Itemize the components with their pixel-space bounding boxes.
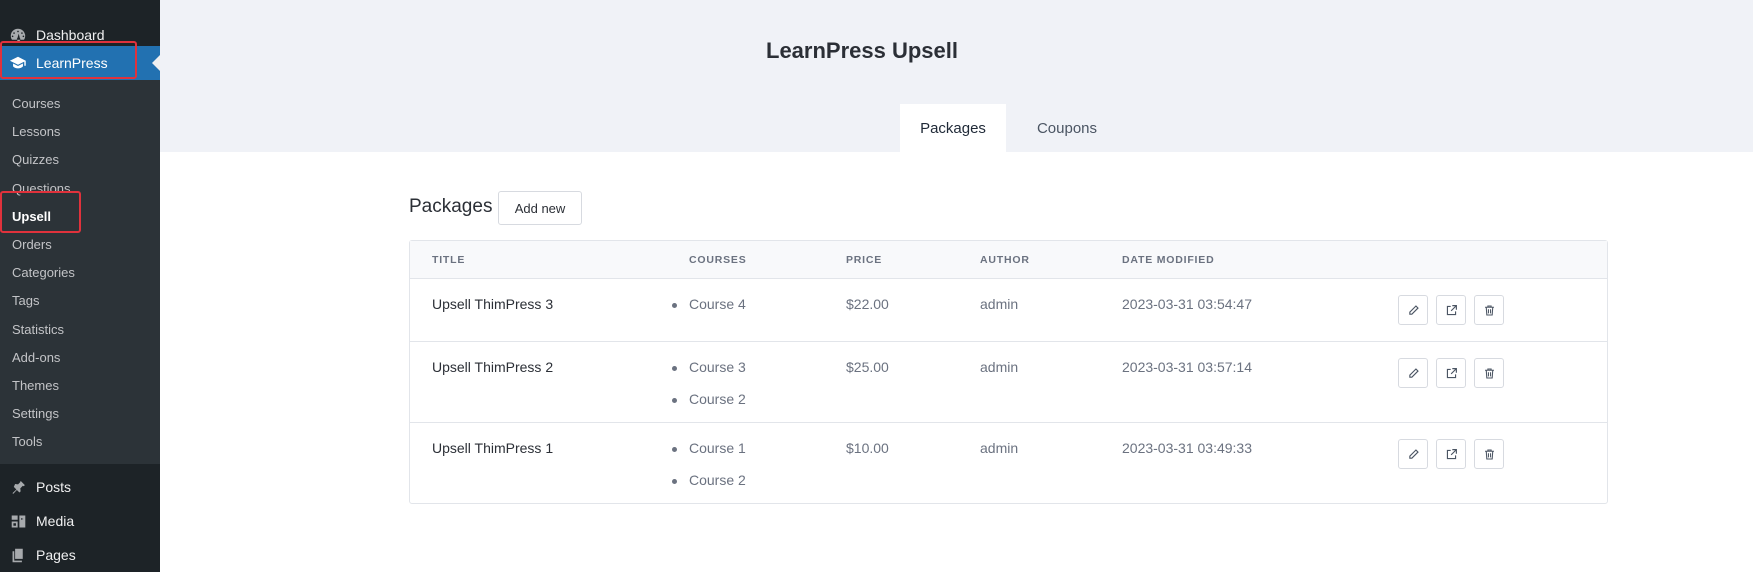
column-header-title: Title bbox=[432, 254, 466, 266]
trash-icon bbox=[1484, 305, 1494, 315]
lower-menu: Posts Media Pages bbox=[0, 464, 160, 572]
package-author: admin bbox=[980, 359, 1019, 375]
trash-icon bbox=[1484, 449, 1494, 459]
course-list-item: Course 4 bbox=[672, 296, 746, 328]
menu-item-label: Dashboard bbox=[36, 27, 105, 43]
submenu-item-settings[interactable]: Settings bbox=[0, 400, 160, 428]
table-header: Title Courses Price Author Date Modified bbox=[410, 241, 1607, 279]
submenu-item-add-ons[interactable]: Add-ons bbox=[0, 344, 160, 372]
submenu-item-statistics[interactable]: Statistics bbox=[0, 316, 160, 344]
column-header-date-modified: Date Modified bbox=[1122, 254, 1215, 266]
submenu-item-tags[interactable]: Tags bbox=[0, 287, 160, 315]
package-price: $25.00 bbox=[846, 359, 889, 375]
menu-item-label: Media bbox=[36, 513, 75, 530]
menu-item-label: LearnPress bbox=[36, 55, 108, 71]
current-menu-arrow bbox=[152, 55, 160, 71]
course-list: Course 3 Course 2 bbox=[672, 359, 746, 423]
row-actions bbox=[1398, 358, 1504, 388]
menu-item-learnpress[interactable]: LearnPress bbox=[0, 46, 160, 80]
learnpress-submenu: Courses Lessons Quizzes Questions Upsell… bbox=[0, 80, 160, 465]
package-price: $10.00 bbox=[846, 440, 889, 456]
menu-item-posts[interactable]: Posts bbox=[0, 470, 160, 504]
menu-item-dashboard[interactable]: Dashboard bbox=[0, 14, 160, 44]
delete-button[interactable] bbox=[1474, 439, 1504, 469]
external-link-icon bbox=[1446, 367, 1457, 378]
menu-item-media[interactable]: Media bbox=[0, 504, 160, 538]
pin-icon bbox=[0, 479, 36, 496]
graduation-cap-icon bbox=[0, 54, 36, 72]
package-title: Upsell ThimPress 3 bbox=[432, 296, 554, 312]
submenu-item-upsell[interactable]: Upsell bbox=[0, 203, 160, 231]
course-list-item: Course 3 bbox=[672, 359, 746, 391]
page-header: LearnPress Upsell Packages Coupons bbox=[160, 0, 1753, 152]
table-row: Upsell ThimPress 1 Course 1 Course 2 $10… bbox=[410, 423, 1607, 503]
submenu-item-quizzes[interactable]: Quizzes bbox=[0, 146, 160, 174]
column-header-price: Price bbox=[846, 254, 883, 266]
package-title: Upsell ThimPress 1 bbox=[432, 440, 554, 456]
submenu-item-tools[interactable]: Tools bbox=[0, 428, 160, 456]
package-date: 2023-03-31 03:49:33 bbox=[1122, 440, 1252, 456]
edit-button[interactable] bbox=[1398, 295, 1428, 325]
submenu-item-lessons[interactable]: Lessons bbox=[0, 118, 160, 146]
row-actions bbox=[1398, 439, 1504, 469]
course-list: Course 1 Course 2 bbox=[672, 440, 746, 504]
tab-packages[interactable]: Packages bbox=[900, 104, 1006, 152]
main-content: LearnPress Upsell Packages Coupons Packa… bbox=[160, 0, 1753, 572]
package-price: $22.00 bbox=[846, 296, 889, 312]
edit-button[interactable] bbox=[1398, 358, 1428, 388]
view-button[interactable] bbox=[1436, 295, 1466, 325]
section-heading: Packages bbox=[409, 196, 493, 217]
course-list: Course 4 bbox=[672, 296, 746, 328]
pages-icon bbox=[0, 547, 36, 564]
edit-icon bbox=[1408, 367, 1419, 378]
course-list-item: Course 2 bbox=[672, 391, 746, 423]
package-date: 2023-03-31 03:54:47 bbox=[1122, 296, 1252, 312]
trash-icon bbox=[1484, 368, 1494, 378]
edit-icon bbox=[1408, 304, 1419, 315]
package-date: 2023-03-31 03:57:14 bbox=[1122, 359, 1252, 375]
submenu-item-courses[interactable]: Courses bbox=[0, 90, 160, 118]
menu-item-label: Pages bbox=[36, 547, 76, 564]
packages-table: Title Courses Price Author Date Modified… bbox=[409, 240, 1608, 504]
edit-button[interactable] bbox=[1398, 439, 1428, 469]
view-button[interactable] bbox=[1436, 439, 1466, 469]
delete-button[interactable] bbox=[1474, 358, 1504, 388]
package-author: admin bbox=[980, 440, 1019, 456]
menu-item-label: Posts bbox=[36, 479, 72, 496]
page-title: LearnPress Upsell bbox=[766, 38, 958, 63]
column-header-author: Author bbox=[980, 254, 1030, 266]
external-link-icon bbox=[1446, 304, 1457, 315]
course-list-item: Course 1 bbox=[672, 440, 746, 472]
table-row: Upsell ThimPress 3 Course 4 $22.00 admin… bbox=[410, 279, 1607, 342]
external-link-icon bbox=[1446, 448, 1457, 459]
column-header-courses: Courses bbox=[689, 254, 747, 266]
submenu-item-themes[interactable]: Themes bbox=[0, 372, 160, 400]
submenu-item-orders[interactable]: Orders bbox=[0, 231, 160, 259]
package-title: Upsell ThimPress 2 bbox=[432, 359, 554, 375]
row-actions bbox=[1398, 295, 1504, 325]
media-icon bbox=[0, 513, 36, 530]
view-button[interactable] bbox=[1436, 358, 1466, 388]
course-list-item: Course 2 bbox=[672, 472, 746, 504]
submenu-item-categories[interactable]: Categories bbox=[0, 259, 160, 287]
package-author: admin bbox=[980, 296, 1019, 312]
add-new-button[interactable]: Add new bbox=[498, 191, 582, 225]
edit-icon bbox=[1408, 448, 1419, 459]
menu-item-pages[interactable]: Pages bbox=[0, 538, 160, 572]
submenu-item-questions[interactable]: Questions bbox=[0, 175, 160, 203]
delete-button[interactable] bbox=[1474, 295, 1504, 325]
dashboard-icon bbox=[0, 26, 36, 44]
admin-sidebar: Dashboard LearnPress Courses Lessons Qui… bbox=[0, 0, 160, 572]
table-row: Upsell ThimPress 2 Course 3 Course 2 $25… bbox=[410, 342, 1607, 423]
tab-coupons[interactable]: Coupons bbox=[1012, 104, 1122, 152]
